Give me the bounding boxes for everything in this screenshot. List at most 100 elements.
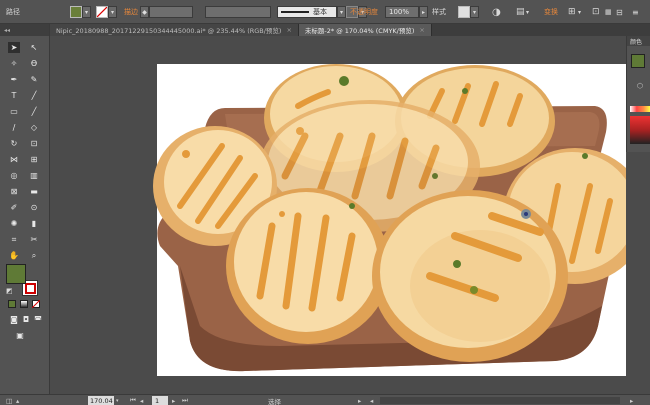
recolor-icon[interactable]: ◑ — [492, 4, 501, 20]
page-field[interactable]: 1 — [152, 396, 168, 405]
close-icon[interactable]: × — [286, 26, 291, 34]
pen-tool-icon[interactable]: ✒ — [8, 74, 20, 85]
align-dropdown-icon[interactable]: ▾ — [526, 4, 529, 20]
color-panel: 颜色 ⬡ — [626, 36, 650, 152]
transform-grid-icon[interactable]: ⊞ — [568, 4, 576, 20]
zoom-dropdown-icon[interactable]: ▾ — [116, 396, 119, 405]
mesh-tool-icon[interactable]: ⊠ — [8, 186, 20, 197]
transform-label[interactable]: 变换 — [544, 4, 558, 20]
stroke-label[interactable]: 描边 — [124, 4, 138, 20]
gradient-tool-icon[interactable]: ▬ — [28, 186, 40, 197]
first-artboard-icon[interactable]: ⏮ — [130, 396, 136, 405]
zoom-out-icon[interactable]: ▴ — [16, 396, 19, 405]
color-spectrum[interactable] — [630, 106, 650, 112]
paintbrush-tool-icon[interactable]: ∕ — [8, 122, 20, 133]
direct-selection-tool-icon[interactable]: ↖ — [28, 42, 40, 53]
scroll-right-icon[interactable]: ▸ — [630, 396, 633, 405]
style-dropdown-icon[interactable]: ▾ — [470, 6, 479, 18]
graph-tool-icon[interactable]: ▮ — [28, 218, 40, 229]
stroke-line-icon — [281, 11, 309, 13]
next-artboard-icon[interactable]: ▸ — [172, 396, 175, 405]
blend-tool-icon[interactable]: ⊙ — [28, 202, 40, 213]
zoom-tool-icon[interactable]: ⌕ — [28, 250, 40, 261]
perspective-grid-tool-icon[interactable]: ▥ — [28, 170, 40, 181]
symbol-sprayer-tool-icon[interactable]: ✺ — [8, 218, 20, 229]
scale-tool-icon[interactable]: ⊡ — [28, 138, 40, 149]
fill-swatch[interactable] — [70, 6, 82, 18]
draw-behind-icon[interactable]: ◘ — [20, 314, 32, 325]
tools-panel-header: ◂◂ — [0, 24, 49, 36]
selection-tool-icon[interactable]: ➤ — [8, 42, 20, 53]
extra-tools-icon[interactable]: ▦ — [605, 4, 612, 20]
bun-front-right — [372, 190, 568, 362]
tools-panel: ◂◂ ➤ ↖ ✧ ϴ ✒ ✎ T ╱ ▭ ╱ ∕ ◇ ↻ ⊡ ⋈ ⊞ ◎ ▥ ⊠… — [0, 24, 50, 394]
variable-width-field[interactable] — [205, 6, 271, 18]
rectangle-tool-icon[interactable]: ▭ — [8, 106, 20, 117]
bread-illustration[interactable] — [50, 36, 626, 394]
slice-tool-icon[interactable]: ✂ — [28, 234, 40, 245]
canvas-area[interactable] — [50, 36, 626, 394]
line-tool-icon[interactable]: ╱ — [28, 90, 40, 101]
curvature-tool-icon[interactable]: ✎ — [28, 74, 40, 85]
horizontal-scrollbar[interactable] — [380, 397, 620, 404]
opacity-dropdown-icon[interactable]: ▸ — [419, 6, 428, 18]
tab-untitled[interactable]: 未标题-2* @ 170.04% (CMYK/预览) × — [298, 24, 432, 36]
lasso-tool-icon[interactable]: ϴ — [28, 58, 40, 69]
default-colors-icon[interactable]: ◩ — [6, 287, 13, 295]
last-artboard-icon[interactable]: ⏭ — [182, 396, 188, 405]
isolate-icon[interactable]: ⊡ — [592, 4, 600, 20]
zoom-field[interactable]: 170.04 — [88, 396, 114, 405]
status-arrow-icon[interactable]: ▸ — [358, 396, 361, 405]
eraser-tool-icon[interactable]: ◇ — [28, 122, 40, 133]
eyedropper-tool-icon[interactable]: ✐ — [8, 202, 20, 213]
hand-tool-icon[interactable]: ✋ — [8, 250, 20, 261]
transform-dropdown-icon[interactable]: ▾ — [578, 4, 581, 20]
tab-label: Nipic_20180988_20171229150344445000.ai* … — [56, 27, 282, 35]
color-panel-title[interactable]: 颜色 — [627, 36, 650, 46]
style-swatch[interactable] — [458, 6, 470, 18]
artboard-tool-icon[interactable]: ⌗ — [8, 234, 20, 245]
width-tool-icon[interactable]: ⋈ — [8, 154, 20, 165]
align-icon[interactable]: ▤ — [516, 4, 525, 20]
path-label: 路径 — [6, 8, 20, 16]
profile-dropdown-icon[interactable]: ▾ — [337, 6, 346, 18]
opacity-label[interactable]: 不透明度 — [350, 4, 378, 20]
style-label: 样式 — [432, 8, 446, 16]
menu-icon[interactable]: ≡ — [632, 4, 639, 20]
grid-icon[interactable]: ⊟ — [616, 4, 623, 20]
opacity-field[interactable]: 100% — [385, 6, 419, 18]
stroke-stepper-icon[interactable]: ◆ — [140, 6, 149, 18]
rotate-tool-icon[interactable]: ↻ — [8, 138, 20, 149]
close-icon[interactable]: × — [419, 26, 424, 34]
document-tabs: Nipic_20180988_20171229150344445000.ai* … — [50, 24, 650, 36]
anchor-point-icon — [521, 209, 531, 219]
none-mode-icon[interactable] — [32, 300, 40, 308]
screen-mode-icon[interactable]: ▣ — [14, 330, 26, 341]
tab-nipic[interactable]: Nipic_20180988_20171229150344445000.ai* … — [50, 24, 299, 36]
fill-color-box[interactable] — [6, 264, 26, 284]
draw-inside-icon[interactable]: ◚ — [32, 314, 44, 325]
stroke-dropdown-icon[interactable]: ▾ — [108, 6, 117, 18]
scroll-left-icon[interactable]: ◂ — [370, 396, 373, 405]
free-transform-tool-icon[interactable]: ⊞ — [28, 154, 40, 165]
magic-wand-tool-icon[interactable]: ✧ — [8, 58, 20, 69]
type-tool-icon[interactable]: T — [8, 90, 20, 101]
shape-builder-tool-icon[interactable]: ◎ — [8, 170, 20, 181]
profile-label: 基本 — [313, 8, 327, 16]
color-ramp[interactable] — [630, 116, 650, 144]
navigator-icon[interactable]: ◫ — [6, 396, 12, 405]
pencil-tool-icon[interactable]: ╱ — [28, 106, 40, 117]
fill-dropdown-icon[interactable]: ▾ — [82, 6, 91, 18]
bun-front-left — [226, 188, 390, 344]
prev-artboard-icon[interactable]: ◂ — [140, 396, 143, 405]
stroke-width-field[interactable] — [149, 6, 193, 18]
stroke-swatch[interactable] — [96, 6, 108, 18]
color-panel-swatch[interactable] — [631, 54, 645, 68]
control-bar: 路径 ▾ ▾ 描边 ◆ 基本 ▾ ▾ 不透明度 100% ▸ 样式 ▾ ◑ ▤ … — [0, 0, 650, 24]
gradient-mode-icon[interactable] — [20, 300, 28, 308]
brush-profile-field[interactable]: 基本 — [277, 6, 337, 18]
current-tool-label: 选择 — [268, 397, 281, 405]
color-mode-icon[interactable] — [8, 300, 16, 308]
cube-icon[interactable]: ⬡ — [637, 82, 643, 90]
draw-normal-icon[interactable]: ◙ — [8, 314, 20, 325]
